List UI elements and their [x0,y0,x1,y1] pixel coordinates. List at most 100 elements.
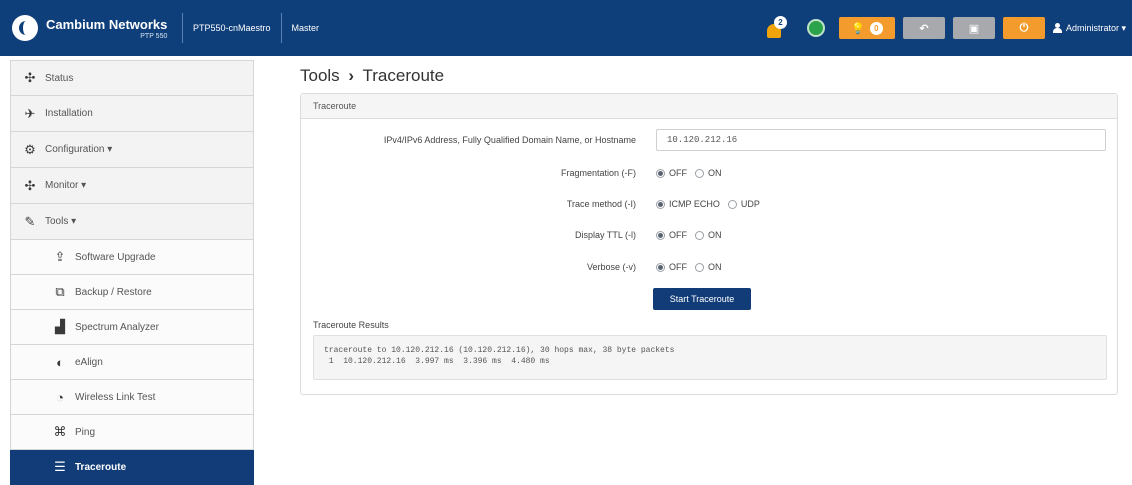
sidebar-item-label: Installation [45,108,93,119]
verbose-off-radio[interactable] [656,262,665,272]
caret-down-icon: ▾ [68,216,77,227]
save-button[interactable]: ▣ [952,17,995,39]
radio-label: ICMP ECHO [669,199,720,209]
sidebar-item-monitor[interactable]: ✣ Monitor ▾ [10,168,254,204]
sidebar-item-label: Status [45,72,74,84]
results-output: traceroute to 10.120.212.16 (10.120.212.… [313,335,1107,380]
verbose-options: OFF ON [656,262,730,272]
cambium-logo-icon [12,15,38,41]
backup-icon: ⧉ [55,284,65,299]
sidebar-item-spectrum-analyzer[interactable]: ▟ Spectrum Analyzer [10,310,254,345]
sidebar-item-configuration[interactable]: ⚙ Configuration ▾ [10,132,254,168]
device-role: Master [291,23,320,33]
radio-label: OFF [669,168,687,178]
sidebar-item-label: Monitor [45,180,79,191]
radio-label: OFF [669,262,687,272]
user-menu[interactable]: Administrator ▾ [1052,22,1126,34]
sidebar-item-label: Backup / Restore [75,286,152,298]
address-row: IPv4/IPv6 Address, Fully Qualified Domai… [301,129,1119,151]
sidebar-item-backup-restore[interactable]: ⧉ Backup / Restore [10,275,254,310]
start-traceroute-button[interactable]: Start Traceroute [653,288,751,310]
undo-icon: ↶ [919,22,929,35]
trace-method-options: ICMP ECHO UDP [656,199,768,209]
undo-button[interactable]: ↶ [902,17,945,39]
radio-label: ON [708,168,722,178]
radio-label: UDP [740,199,760,209]
fragmentation-label: Fragmentation (-F) [560,168,636,178]
display-ttl-label: Display TTL (-l) [574,230,636,240]
radio-label: OFF [669,230,687,240]
alarm-button[interactable]: 2 [765,16,787,40]
sidebar-item-label: Wireless Link Test [75,391,156,403]
radio-label: ON [708,262,722,272]
address-label: IPv4/IPv6 Address, Fully Qualified Domai… [383,135,636,145]
sidebar-item-ping[interactable]: ⌘ Ping [10,415,254,450]
brand[interactable]: Cambium Networks PTP 550 [0,0,182,56]
verbose-on-radio[interactable] [695,262,704,272]
reboot-button[interactable]: ⏻ [1002,17,1045,39]
ealign-icon: ◐ [56,354,64,370]
caret-down-icon: ▾ [78,180,87,191]
save-icon: ▣ [968,22,980,35]
ping-icon: ⌘ [53,424,67,439]
installation-icon: ✈ [24,105,36,121]
trace-method-label: Trace method (-I) [566,199,636,209]
panel-title: Traceroute [301,94,1117,119]
trace-method-row: Trace method (-I) ICMP ECHO UDP [301,193,1119,215]
sidebar-item-tools[interactable]: ✎ Tools ▾ [10,204,254,240]
alerts-count-badge: 0 [869,21,883,35]
sidebar-item-label: Traceroute [75,461,127,473]
address-input[interactable]: 10.120.212.16 [656,129,1106,151]
results-line: traceroute to 10.120.212.16 (10.120.212.… [324,346,675,355]
brand-model: PTP 550 [140,32,168,40]
spectrum-icon: ▟ [55,319,65,334]
trace-method-udp-radio[interactable] [727,199,737,209]
sidebar-item-software-upgrade[interactable]: ⇪ Software Upgrade [10,240,254,275]
sidebar-item-ealign[interactable]: ◐ eAlign [10,345,254,380]
fragmentation-on-radio[interactable] [695,168,704,178]
sidebar-item-wireless-link-test[interactable]: ◔ Wireless Link Test [10,380,254,415]
sidebar-item-installation[interactable]: ✈ Installation [10,96,254,132]
display-ttl-row: Display TTL (-l) OFF ON [301,224,1119,246]
sidebar-item-label: Spectrum Analyzer [75,321,159,333]
display-ttl-options: OFF ON [656,230,730,240]
top-bar: Cambium Networks PTP 550 PTP550-cnMaestr… [0,0,1132,56]
fragmentation-off-radio[interactable] [656,168,665,178]
status-icon: ✣ [24,70,36,85]
trace-method-icmp-radio[interactable] [656,199,665,209]
sidebar: ✣ Status ✈ Installation ⚙ Configuration … [10,60,254,485]
fragmentation-row: Fragmentation (-F) OFF ON [301,162,1119,184]
lightbulb-icon: 💡 [851,22,865,35]
device-name: PTP550-cnMaestro [193,23,271,33]
traceroute-panel: Traceroute IPv4/IPv6 Address, Fully Qual… [300,93,1118,395]
caret-down-icon: ▾ [104,144,113,155]
power-icon: ⏻ [1019,21,1029,34]
sidebar-item-label: Tools [45,216,69,227]
breadcrumb-parent[interactable]: Tools [300,66,340,85]
sidebar-item-label: Ping [75,426,96,438]
display-ttl-off-radio[interactable] [656,230,665,240]
globe-icon[interactable] [806,19,825,37]
alerts-button[interactable]: 💡 0 [838,17,895,39]
verbose-row: Verbose (-v) OFF ON [301,256,1119,278]
results-label: Traceroute Results [313,320,389,330]
sidebar-item-status[interactable]: ✣ Status [10,60,254,96]
chevron-down-icon: ▾ [1118,22,1126,33]
upgrade-icon: ⇪ [54,249,66,264]
traceroute-icon: ☰ [54,459,66,474]
breadcrumb: Tools › Traceroute [300,66,444,86]
monitor-icon: ✣ [24,177,36,193]
verbose-label: Verbose (-v) [586,262,636,272]
sidebar-item-label: Configuration [45,144,105,155]
brand-name: Cambium Networks [46,16,168,32]
wrench-icon: ✎ [24,213,36,229]
user-icon [1052,23,1062,33]
alarm-count-badge: 2 [773,16,787,29]
fragmentation-options: OFF ON [656,168,730,178]
link-test-icon: ◔ [56,389,64,405]
breadcrumb-separator: › [348,66,355,85]
gear-icon: ⚙ [24,141,36,157]
user-name: Administrator [1065,23,1119,33]
display-ttl-on-radio[interactable] [695,230,704,240]
results-line: 1 10.120.212.16 3.997 ms 3.396 ms 4.480 … [324,357,550,366]
